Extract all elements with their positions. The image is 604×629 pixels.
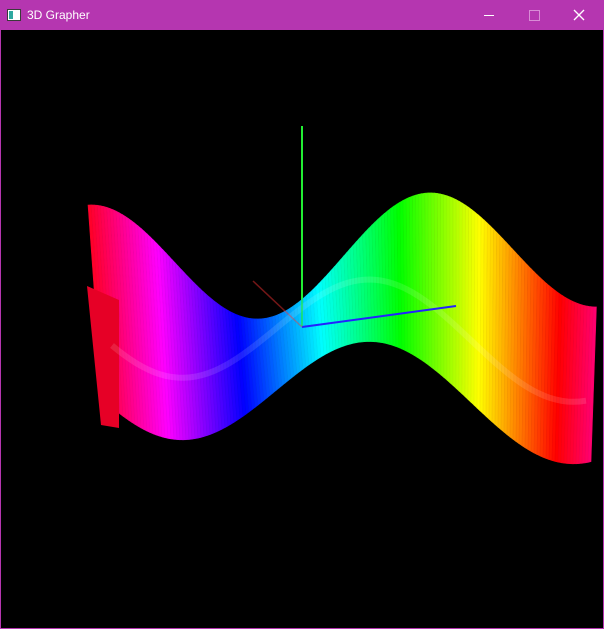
maximize-icon	[529, 10, 540, 21]
minimize-button[interactable]	[466, 1, 512, 30]
title-bar[interactable]: 3D Grapher	[1, 1, 603, 30]
surface-strip	[446, 195, 451, 384]
close-icon	[573, 9, 585, 21]
maximize-button[interactable]	[511, 1, 557, 30]
surface-left-edge	[87, 286, 119, 428]
surface-mesh	[87, 192, 597, 465]
app-window-icon[interactable]	[7, 9, 21, 21]
surface-plot[interactable]	[1, 30, 603, 628]
surface-strip	[443, 194, 448, 381]
surface-strip	[452, 197, 457, 389]
minimize-icon	[484, 15, 494, 16]
close-button[interactable]	[556, 1, 602, 30]
plot-canvas[interactable]	[1, 30, 603, 628]
app-window: 3D Grapher	[0, 0, 604, 629]
window-title: 3D Grapher	[27, 8, 90, 22]
surface-strip	[449, 196, 454, 387]
surface-strip	[455, 199, 460, 392]
